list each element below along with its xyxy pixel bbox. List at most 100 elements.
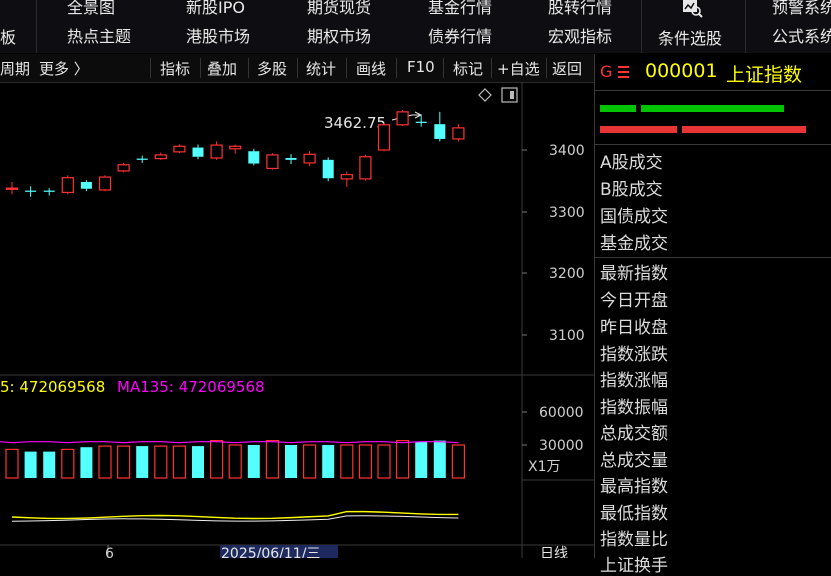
candle-body[interactable] [192,147,204,157]
label-treasury-volume: 国债成交 [600,207,668,227]
ask-ratio-bar [600,126,677,133]
volume-bar[interactable] [285,445,297,478]
menu-share-transfer[interactable]: 股转行情 [548,0,612,18]
menu-fund[interactable]: 基金行情 [428,0,492,18]
menu-left-partial[interactable]: 板 [0,24,16,48]
vol-tick-30000: 30000 [539,438,584,454]
volume-bar[interactable] [98,445,112,479]
candle-body[interactable] [61,177,74,194]
label-a-share-volume: A股成交 [600,153,663,173]
volume-bar[interactable] [433,440,446,478]
candle-body[interactable] [303,153,316,164]
menu-options[interactable]: 期权市场 [307,23,371,47]
volume-bar[interactable] [265,440,279,479]
label-prev-close: 昨日收盘 [600,318,668,338]
volume-bar[interactable] [451,444,465,479]
candle-body[interactable] [80,181,92,189]
toolbar-overlay[interactable]: 叠加 [207,58,237,79]
candle-body[interactable] [415,121,427,123]
volume-bar[interactable] [377,444,391,479]
x-tick-partial: 6 [105,546,114,558]
price-tick-3400: 3400 [549,143,585,159]
volume-bar[interactable] [154,445,168,479]
candle-body[interactable] [154,154,167,160]
candle-body[interactable] [117,164,130,172]
volume-bar[interactable] [116,445,131,479]
candle-body[interactable] [340,173,353,180]
candle-body[interactable] [359,156,372,180]
ma-magenta-line [0,441,459,444]
diamond-icon[interactable] [478,88,492,102]
candle-body[interactable] [136,158,148,160]
volume-bar[interactable] [303,444,317,479]
volume-bar[interactable] [80,447,93,478]
menu-formula-system[interactable]: 公式系统 [772,23,831,47]
toolbar-statistics[interactable]: 统计 [306,58,336,79]
menu-hk-market[interactable]: 港股市场 [186,23,250,47]
menu-alert-system[interactable]: 预警系统 [772,0,831,18]
chart-toolbar: 周期 更多 〉 指标 叠加 多股 统计 画线 F10 标记 +自选 返回 [0,54,594,83]
volume-bar[interactable] [415,441,428,478]
menu-panorama[interactable]: 全景图 [67,0,115,18]
search-chart-icon[interactable] [681,0,703,18]
menu-bonds[interactable]: 债券行情 [428,23,492,47]
menu-hot-topics[interactable]: 热点主题 [67,23,131,47]
volume-bar[interactable] [172,445,186,479]
candle-body[interactable] [248,151,260,164]
volume-bar[interactable] [24,451,37,478]
candle-body[interactable] [43,190,55,192]
toolbar-indicator[interactable]: 指标 [160,58,190,79]
volume-bar[interactable] [228,444,242,479]
volume-bar[interactable] [192,446,204,478]
label-high-index: 最高指数 [600,477,668,497]
volume-bar[interactable] [210,440,224,479]
bid-ratio-bar [600,105,636,112]
candle-body[interactable] [322,159,334,179]
label-index-amplitude: 指数振幅 [600,398,668,418]
volume-bar[interactable] [247,445,260,478]
candle-body[interactable] [229,145,242,150]
candle-body[interactable] [5,187,19,190]
toolbar-period[interactable]: 周期 [0,58,30,79]
kline-chart[interactable]: 3400 3300 3200 3100 3462.75 5: 472069568… [0,82,594,558]
candle-body[interactable] [25,190,37,192]
menu-new-ipo[interactable]: 新股IPO [186,0,245,18]
label-today-open: 今日开盘 [600,291,668,311]
volume-bar[interactable] [340,444,354,479]
toolbar-draw-line[interactable]: 画线 [356,58,386,79]
toolbar-add-watchlist[interactable]: +自选 [497,58,540,79]
condition-select-button[interactable]: 条件选股 [658,25,722,49]
label-index-change: 指数涨跌 [600,345,668,365]
panel-toggle-icon[interactable] [501,87,518,103]
volume-bar[interactable] [5,448,19,479]
menu-futures[interactable]: 期货现货 [307,0,371,18]
menu-macro[interactable]: 宏观指标 [548,23,612,47]
stock-name: 上证指数 [726,64,803,86]
candle-body[interactable] [266,154,279,170]
volume-bar[interactable] [358,444,372,479]
price-tick-3100: 3100 [549,328,585,344]
toolbar-back[interactable]: 返回 [552,58,582,79]
volume-bar[interactable] [43,451,56,478]
toolbar-more[interactable]: 更多 〉 [39,58,89,79]
period-daily-label[interactable]: 日线 [540,546,568,558]
candle-body[interactable] [98,176,112,191]
volume-bar[interactable] [136,446,149,478]
candle-body[interactable] [210,144,223,159]
quote-header: G 000001 上证指数 [595,54,831,91]
candle-body[interactable] [396,111,409,126]
volume-bar[interactable] [396,440,410,479]
toolbar-f10[interactable]: F10 [407,58,435,76]
toolbar-multi-stock[interactable]: 多股 [257,58,287,79]
toolbar-mark[interactable]: 标记 [453,58,483,79]
candle-body[interactable] [377,124,391,151]
candle-body[interactable] [452,127,465,140]
volume-bar[interactable] [322,445,335,478]
ma-yellow-line [11,510,459,520]
label-total-volume: 总成交量 [600,451,668,471]
candle-body[interactable] [173,145,186,153]
volume-bar[interactable] [61,448,75,479]
candle-body[interactable] [434,124,446,139]
menu-lines-icon[interactable] [618,66,629,78]
candle-body[interactable] [285,157,297,160]
